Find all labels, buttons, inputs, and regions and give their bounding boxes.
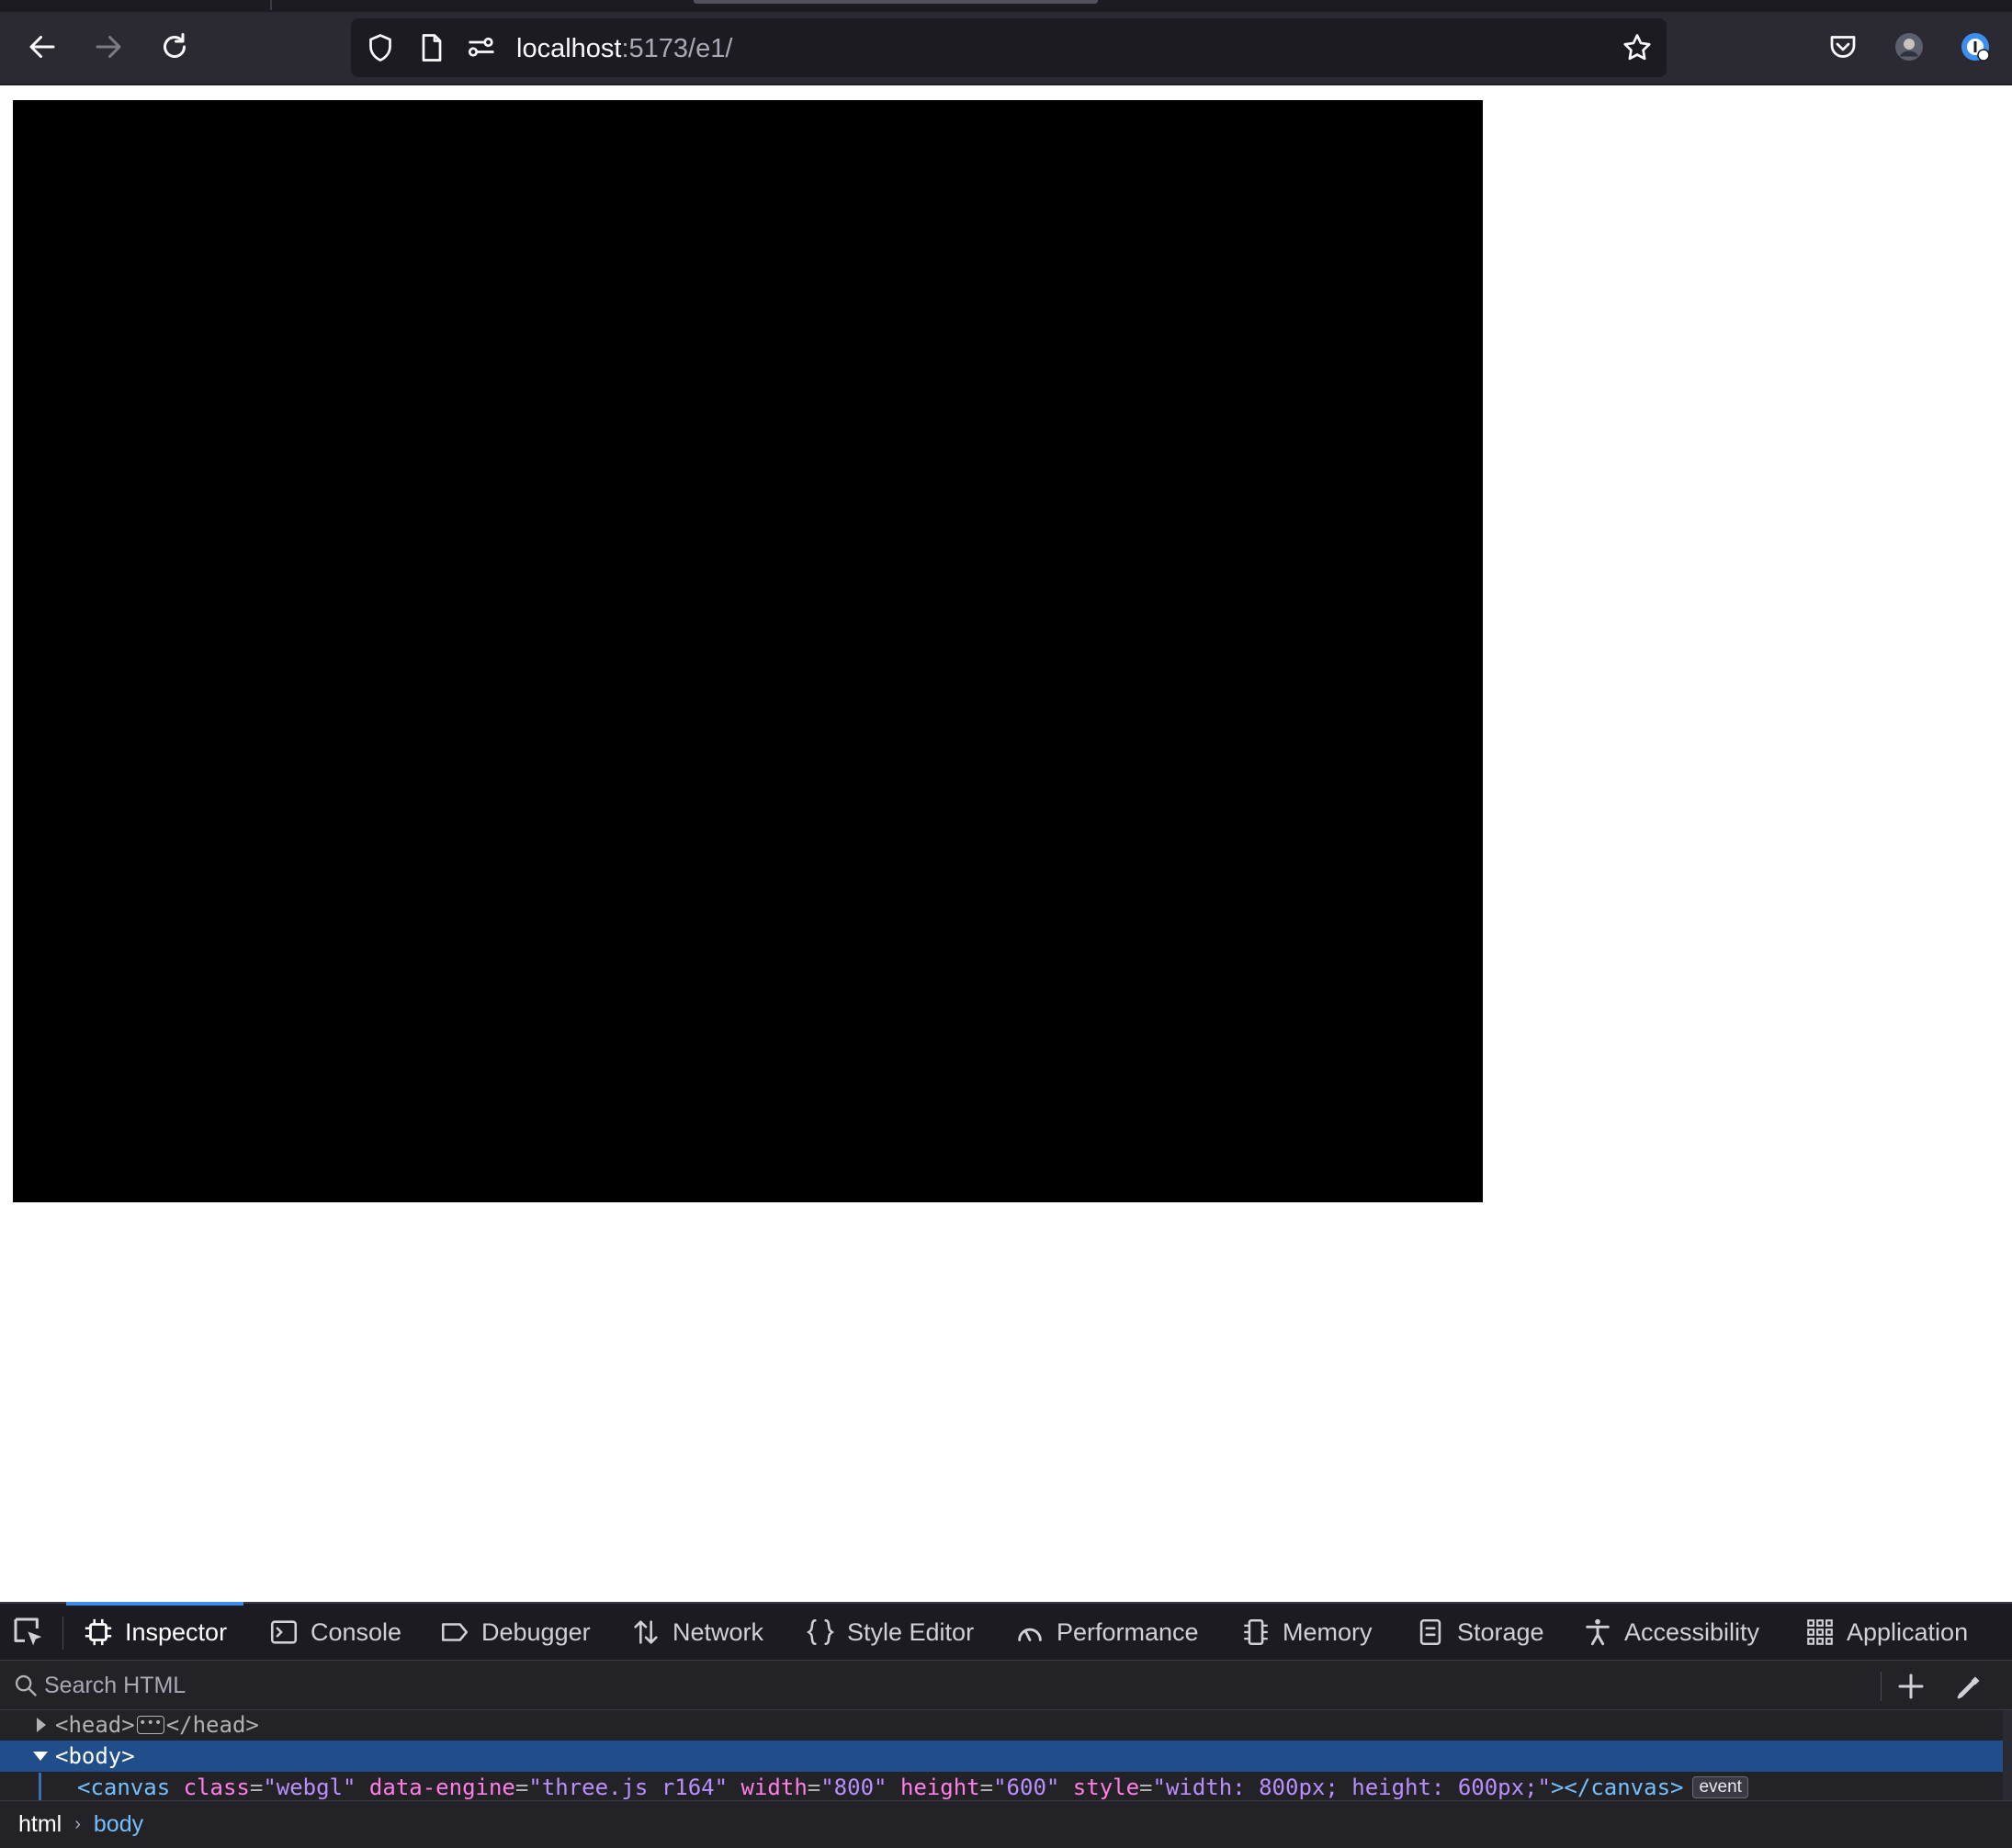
canvas-open-tag: <canvas — [77, 1775, 171, 1800]
attr-value[interactable]: "600" — [993, 1775, 1059, 1800]
tab-inspector[interactable]: Inspector — [65, 1602, 244, 1661]
markup-tree: <head> ••• </head> <body> <canvas class =… — [0, 1710, 2003, 1802]
markup-node-body[interactable]: <body> — [0, 1741, 2003, 1772]
forward-button[interactable] — [85, 23, 132, 71]
style-editor-icon — [806, 1618, 835, 1646]
tab-label: Accessibility — [1624, 1617, 1760, 1646]
attr-name[interactable]: class — [184, 1775, 250, 1800]
tab-performance[interactable]: Performance — [1014, 1604, 1199, 1661]
tab-application[interactable]: Application — [1804, 1604, 1968, 1661]
attr-value[interactable]: "three.js r164" — [528, 1775, 728, 1800]
breadcrumb: html › body — [0, 1800, 2012, 1848]
tab-label: Network — [673, 1617, 764, 1646]
tab-label: Memory — [1283, 1617, 1373, 1646]
search-html-input[interactable] — [44, 1668, 1826, 1703]
reload-button[interactable] — [151, 23, 198, 71]
attr-value[interactable]: "800" — [820, 1775, 887, 1800]
arrow-right-icon — [96, 36, 121, 58]
head-close-tag: </head> — [165, 1712, 259, 1738]
tab-memory[interactable]: Memory — [1240, 1604, 1373, 1661]
storage-icon — [1419, 1618, 1441, 1646]
tab-label: Storage — [1457, 1617, 1544, 1646]
active-tab-edge[interactable] — [694, 0, 1098, 4]
devtools-tab-bar: Inspector Console Debugger Network Style… — [0, 1602, 2012, 1661]
attr-name[interactable]: data-engine — [369, 1775, 515, 1800]
navigation-toolbar: localhost:5173/e1/ — [0, 12, 2012, 85]
extension-button[interactable] — [1951, 23, 1999, 71]
arrow-left-icon — [29, 36, 55, 58]
attr-value[interactable]: "webgl" — [263, 1775, 356, 1800]
tab-network[interactable]: Network — [630, 1604, 763, 1661]
expand-arrow-icon[interactable] — [37, 1718, 46, 1732]
plus-icon[interactable] — [1894, 1670, 1927, 1703]
avatar-icon — [1895, 33, 1923, 61]
tab-label: Style Editor — [847, 1617, 975, 1646]
tab-label: Inspector — [125, 1617, 228, 1646]
account-button[interactable] — [1885, 23, 1933, 71]
breadcrumb-html[interactable]: html — [18, 1811, 62, 1838]
tab-separator — [270, 0, 272, 10]
tab-accessibility[interactable]: Accessibility — [1582, 1604, 1759, 1661]
webgl-canvas[interactable] — [13, 100, 1483, 1202]
body-open-tag: <body> — [55, 1743, 135, 1769]
page-viewport — [0, 86, 2012, 1602]
attr-name[interactable]: style — [1073, 1775, 1139, 1800]
attr-name[interactable]: width — [741, 1775, 808, 1800]
url-host: localhost — [516, 34, 622, 63]
accessibility-icon — [1586, 1618, 1610, 1646]
inspector-icon — [85, 1618, 112, 1646]
tab-debugger[interactable]: Debugger — [439, 1604, 591, 1661]
tab-strip — [0, 0, 2012, 12]
picker-separator — [62, 1617, 63, 1650]
back-button[interactable] — [18, 23, 66, 71]
tab-label: Console — [311, 1617, 402, 1646]
star-bookmark-icon[interactable] — [1621, 31, 1654, 64]
collapse-arrow-icon[interactable] — [33, 1752, 48, 1761]
attr-value[interactable]: "width: 800px; height: 600px;" — [1153, 1775, 1551, 1800]
search-icon — [15, 1674, 37, 1696]
memory-icon — [1244, 1618, 1268, 1646]
eyedropper-icon[interactable] — [1953, 1670, 1986, 1703]
chevron-right-icon: › — [74, 1814, 81, 1834]
shield-icon[interactable] — [364, 31, 397, 64]
tab-storage[interactable]: Storage — [1415, 1604, 1544, 1661]
console-icon — [270, 1620, 298, 1644]
search-separator — [1881, 1672, 1882, 1701]
canvas-close-tag: ></canvas> — [1550, 1775, 1684, 1800]
tab-label: Performance — [1057, 1617, 1199, 1646]
event-badge[interactable]: event — [1692, 1776, 1748, 1798]
site-permissions-icon[interactable] — [465, 31, 498, 64]
performance-icon — [1018, 1628, 1042, 1641]
collapsed-ellipsis-icon[interactable]: ••• — [136, 1716, 164, 1734]
debugger-icon — [441, 1623, 469, 1641]
url-text[interactable]: localhost:5173/e1/ — [516, 34, 732, 64]
pocket-button[interactable] — [1819, 23, 1867, 71]
application-icon — [1807, 1619, 1833, 1645]
reload-icon — [164, 33, 186, 58]
tab-label: Debugger — [481, 1617, 591, 1646]
url-bar[interactable]: localhost:5173/e1/ — [351, 18, 1667, 77]
attr-name[interactable]: height — [900, 1775, 980, 1800]
pocket-icon — [1830, 36, 1856, 58]
tab-console[interactable]: Console — [268, 1604, 401, 1661]
url-path: :5173/e1/ — [621, 34, 733, 63]
network-icon — [634, 1620, 658, 1644]
indent-guide — [39, 1773, 41, 1802]
markup-search-bar — [0, 1661, 2012, 1710]
extension-shield-icon — [1961, 33, 1990, 62]
markup-node-canvas[interactable]: <canvas class = "webgl" data-engine = "three… — [0, 1772, 2003, 1803]
breadcrumb-body[interactable]: body — [94, 1811, 143, 1838]
element-picker-icon[interactable] — [11, 1615, 48, 1651]
tab-style-editor[interactable]: Style Editor — [805, 1604, 974, 1661]
page-icon[interactable] — [415, 31, 448, 64]
head-open-tag: <head> — [55, 1712, 135, 1738]
devtools-panel: Inspector Console Debugger Network Style… — [0, 1602, 2012, 1848]
markup-node-head[interactable]: <head> ••• </head> — [0, 1709, 2003, 1741]
tab-label: Application — [1847, 1617, 1969, 1646]
